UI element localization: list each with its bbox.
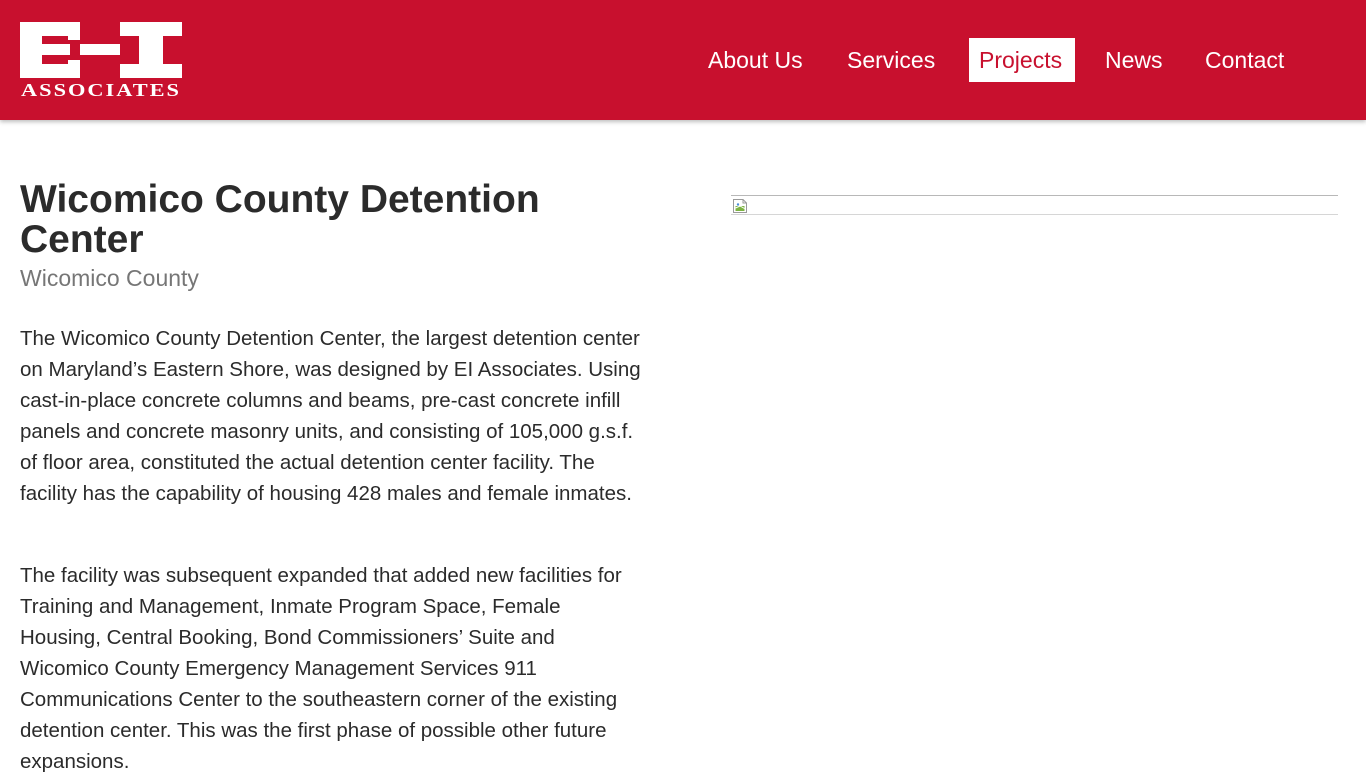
project-description-paragraph: The facility was subsequent expanded tha…: [20, 564, 622, 773]
project-title: Wicomico County Detention Center: [20, 178, 540, 261]
project-description-paragraph: The Wicomico County Detention Center, th…: [20, 327, 641, 505]
site-header: ASSOCIATES About Us Services Projects Ne…: [0, 0, 1366, 120]
nav-contact[interactable]: Contact: [1195, 38, 1294, 82]
nav-projects[interactable]: Projects: [969, 38, 1075, 82]
project-location: Wicomico County: [20, 265, 199, 291]
nav-services[interactable]: Services: [837, 38, 945, 82]
project-image: [731, 195, 1338, 215]
nav-news[interactable]: News: [1095, 38, 1173, 82]
broken-image-icon: [732, 198, 748, 214]
nav-about-us[interactable]: About Us: [698, 38, 813, 82]
logo-subtitle: ASSOCIATES: [21, 80, 181, 98]
main-nav: About Us Services Projects News Contact: [0, 38, 1366, 82]
